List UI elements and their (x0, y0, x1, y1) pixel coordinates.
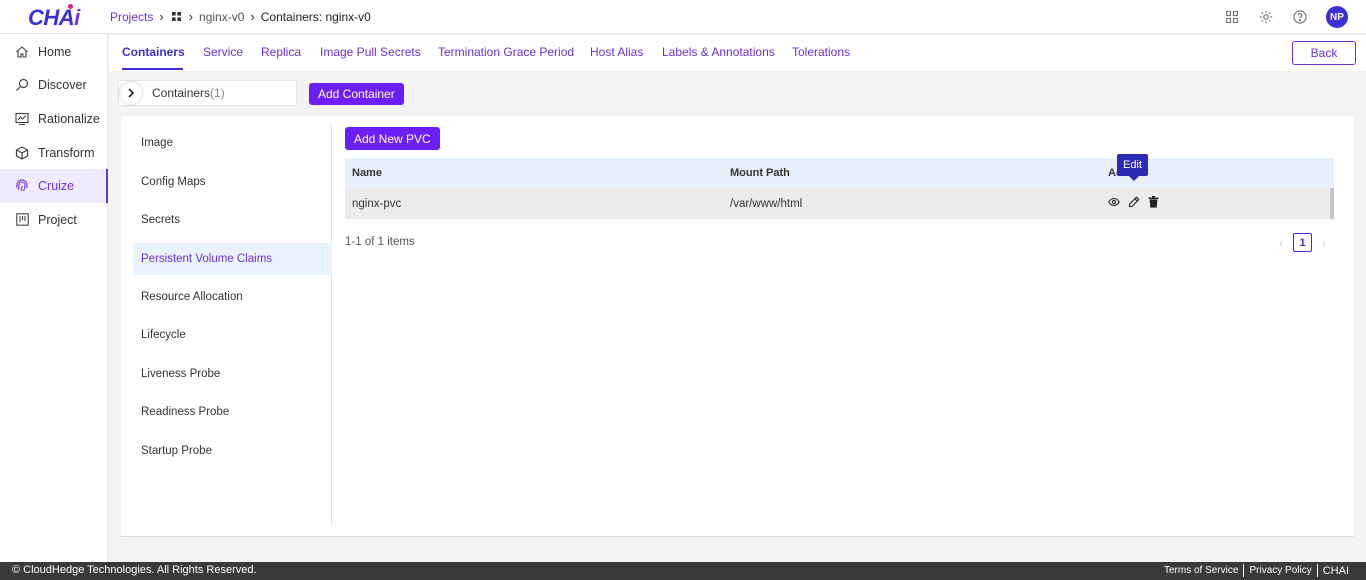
sidebar-item-rationalize[interactable]: Rationalize (0, 102, 107, 136)
containers-count: (1) (210, 86, 225, 100)
tab-tolerations[interactable]: Tolerations (792, 45, 850, 59)
pagination: ‹ 1 › (1279, 233, 1326, 252)
cell-name: nginx-pvc (352, 197, 402, 210)
tab-replica[interactable]: Replica (261, 45, 301, 59)
next-page-icon[interactable]: › (1322, 236, 1326, 250)
footer: © CloudHedge Technologies. All Rights Re… (0, 562, 1366, 580)
terms-link[interactable]: Terms of Service (1159, 565, 1243, 576)
sidebar-item-label: Home (38, 44, 72, 59)
edit-pencil-icon[interactable] (1128, 196, 1140, 211)
edit-tooltip: Edit (1117, 154, 1148, 181)
pagination-summary: 1-1 of 1 items (345, 236, 415, 248)
discover-icon (14, 77, 30, 93)
page-number[interactable]: 1 (1293, 233, 1312, 252)
menu-item-config-maps[interactable]: Config Maps (133, 166, 332, 198)
rationalize-icon (14, 111, 30, 127)
add-container-button[interactable]: Add Container (309, 83, 404, 105)
config-menu: Image Config Maps Secrets Persistent Vol… (121, 124, 332, 526)
sidebar-item-cruize[interactable]: Cruize (0, 169, 108, 203)
logo-dot (68, 4, 73, 9)
sidebar: Home Discover Rationalize Transform Crui… (0, 34, 108, 562)
trash-icon[interactable] (1148, 196, 1159, 211)
top-icons: NP (1224, 6, 1348, 28)
sidebar-item-label: Transform (38, 145, 95, 160)
breadcrumb-separator: › (188, 9, 194, 24)
fingerprint-icon (14, 178, 30, 194)
eye-icon[interactable] (1108, 197, 1120, 210)
menu-item-readiness-probe[interactable]: Readiness Probe (133, 396, 332, 428)
sidebar-item-home[interactable]: Home (0, 35, 107, 69)
grid-icon[interactable] (171, 12, 181, 21)
avatar[interactable]: NP (1326, 6, 1348, 28)
sidebar-item-transform[interactable]: Transform (0, 136, 107, 170)
sidebar-item-label: Cruize (38, 179, 75, 194)
tab-labels-annotations[interactable]: Labels & Annotations (662, 45, 775, 59)
sidebar-item-label: Discover (38, 78, 87, 93)
sidebar-item-label: Project (38, 212, 77, 227)
tab-termination-grace-period[interactable]: Termination Grace Period (438, 45, 574, 59)
tab-image-pull-secrets[interactable]: Image Pull Secrets (320, 45, 421, 59)
row-actions (1108, 196, 1159, 211)
breadcrumb-current: Containers: nginx-v0 (260, 9, 371, 24)
containers-selector[interactable]: Containers(1) (118, 80, 297, 106)
chai-logo[interactable]: CHAi (28, 5, 80, 31)
tabs-bar: Containers Service Replica Image Pull Se… (109, 35, 1366, 71)
pvc-table: Name Mount Path Ac nginx-pvc /var/www/ht… (345, 154, 1334, 219)
menu-item-lifecycle[interactable]: Lifecycle (133, 319, 332, 351)
breadcrumb-workspace[interactable]: nginx-v0 (199, 10, 244, 24)
prev-page-icon[interactable]: ‹ (1279, 236, 1283, 250)
back-button[interactable]: Back (1292, 41, 1356, 65)
breadcrumb-projects[interactable]: Projects (110, 10, 153, 24)
table-header: Name Mount Path Ac (345, 158, 1334, 188)
column-header-name[interactable]: Name (352, 167, 382, 179)
privacy-link[interactable]: Privacy Policy (1244, 565, 1316, 576)
chevron-right-icon[interactable] (120, 82, 142, 104)
menu-item-liveness-probe[interactable]: Liveness Probe (133, 358, 332, 390)
add-new-pvc-button[interactable]: Add New PVC (345, 127, 440, 150)
top-bar: CHAi Projects › › nginx-v0 › Containers:… (0, 0, 1366, 34)
sidebar-item-label: Rationalize (38, 111, 100, 126)
cell-mount-path: /var/www/html (730, 197, 803, 210)
apps-grid-icon[interactable] (1224, 9, 1240, 25)
container-config-panel: Image Config Maps Secrets Persistent Vol… (121, 116, 1354, 537)
menu-item-persistent-volume-claims[interactable]: Persistent Volume Claims (133, 243, 332, 275)
footer-brand: CHAI (1322, 564, 1349, 577)
help-icon[interactable] (1292, 9, 1308, 25)
menu-item-startup-probe[interactable]: Startup Probe (133, 435, 332, 467)
menu-item-image[interactable]: Image (133, 127, 332, 159)
board-icon (14, 212, 30, 228)
tab-containers[interactable]: Containers (122, 45, 185, 59)
footer-links: Terms of Service Privacy Policy CHAI (1159, 564, 1354, 577)
cube-icon (14, 145, 30, 161)
tab-host-alias[interactable]: Host Alias (590, 45, 643, 59)
tab-service[interactable]: Service (203, 45, 243, 59)
sidebar-item-discover[interactable]: Discover (0, 69, 107, 103)
breadcrumb: Projects › › nginx-v0 › Containers: ngin… (110, 9, 371, 24)
copyright-text: © CloudHedge Technologies. All Rights Re… (12, 564, 257, 576)
breadcrumb-separator: › (250, 9, 255, 24)
breadcrumb-separator: › (159, 9, 164, 24)
gear-icon[interactable] (1258, 9, 1274, 25)
containers-label: Containers(1) (152, 86, 225, 100)
table-row: nginx-pvc /var/www/html (345, 188, 1334, 219)
active-tab-indicator (122, 68, 183, 70)
menu-item-resource-allocation[interactable]: Resource Allocation (133, 281, 332, 313)
menu-item-secrets[interactable]: Secrets (133, 204, 332, 236)
column-header-mount-path[interactable]: Mount Path (730, 167, 790, 179)
sidebar-item-project[interactable]: Project (0, 203, 107, 237)
home-icon (14, 44, 30, 60)
